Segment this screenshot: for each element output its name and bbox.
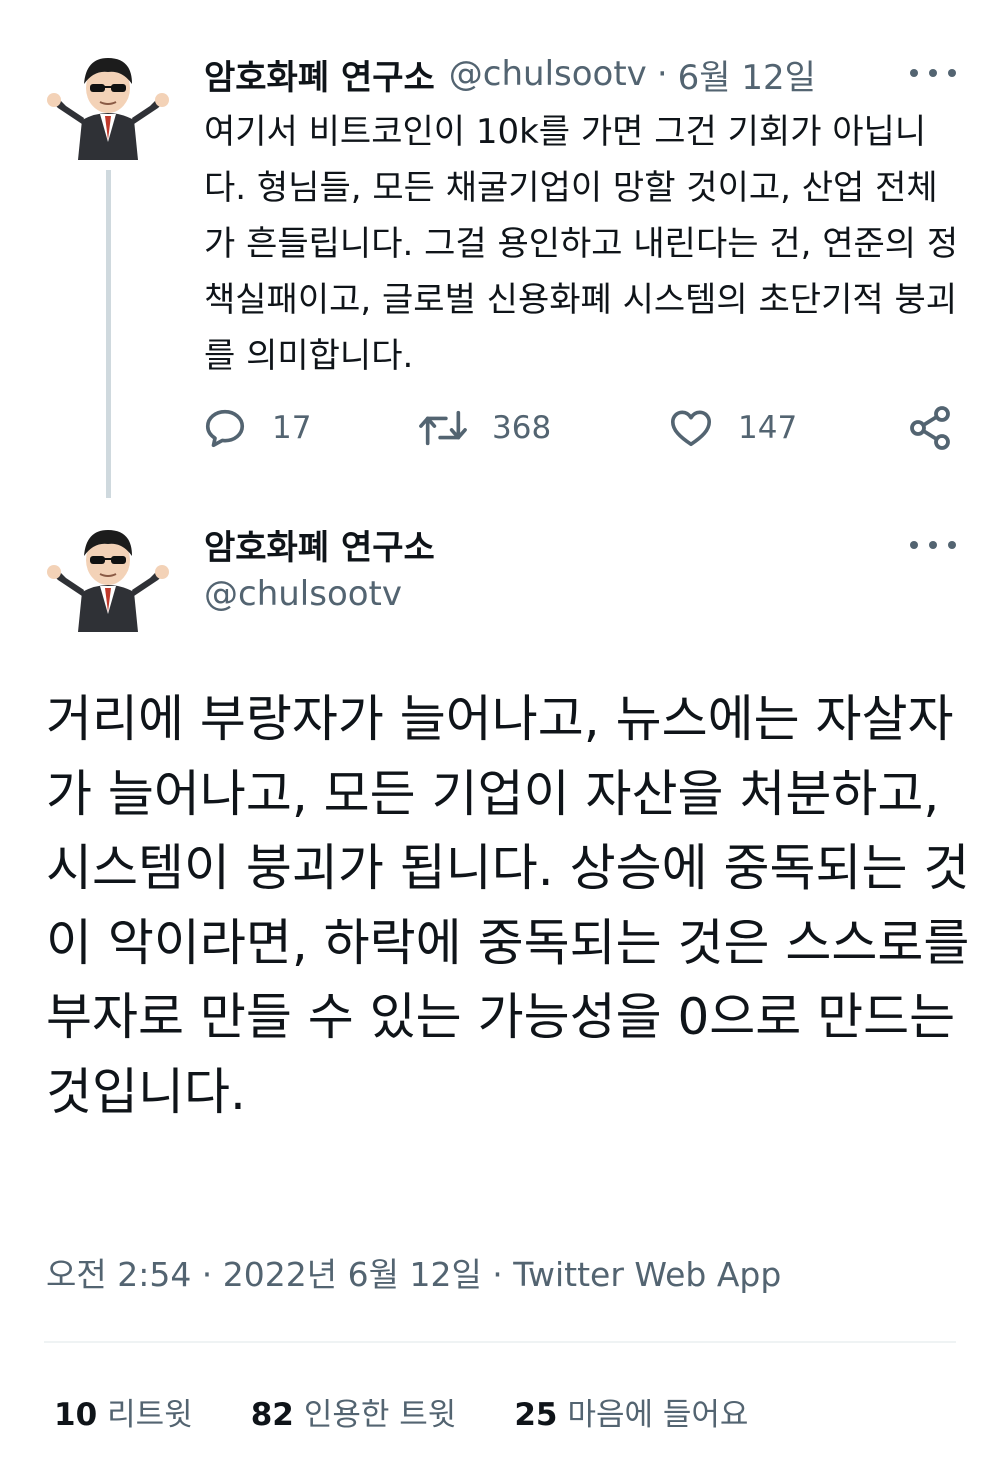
- tweet-timestamp[interactable]: 오전 2:54 · 2022년 6월 12일 ·: [46, 1255, 513, 1294]
- more-icon[interactable]: [910, 530, 956, 560]
- tweet-metadata: 오전 2:54 · 2022년 6월 12일 · Twitter Web App: [46, 1248, 781, 1296]
- author-handle[interactable]: @chulsootv: [449, 54, 647, 94]
- likes-label: 마음에 들어요: [567, 1396, 749, 1433]
- divider: [44, 1341, 956, 1343]
- like-button[interactable]: 147: [668, 398, 797, 458]
- separator: ·: [656, 54, 668, 94]
- likes-count: 25: [514, 1396, 558, 1433]
- tweet-text: 거리에 부랑자가 늘어나고, 뉴스에는 자살자가 늘어나고, 모든 기업이 자산…: [46, 690, 970, 1121]
- retweet-button[interactable]: 368: [418, 398, 551, 458]
- retweets-stat[interactable]: 10 리트윗: [54, 1389, 193, 1434]
- reply-icon: [205, 409, 245, 448]
- tweet-header: 암호화폐 연구소 @chulsootv · 6월 12일: [204, 50, 816, 98]
- tweet-source[interactable]: Twitter Web App: [513, 1255, 781, 1294]
- share-button[interactable]: [906, 398, 954, 458]
- tweet-date[interactable]: 6월 12일: [678, 50, 816, 99]
- quotes-stat[interactable]: 82 인용한 트윗: [251, 1389, 457, 1434]
- tweet-text: 여기서 비트코인이 10k를 가면 그건 기회가 아닙니다. 형님들, 모든 채…: [204, 112, 959, 376]
- likes-stat[interactable]: 25 마음에 들어요: [514, 1389, 748, 1434]
- author-handle[interactable]: @chulsootv: [204, 574, 402, 614]
- avatar[interactable]: [44, 40, 172, 168]
- reply-button[interactable]: 17: [202, 398, 311, 458]
- retweet-count: 368: [492, 410, 552, 446]
- more-icon[interactable]: [910, 58, 956, 88]
- retweet-icon: [419, 410, 467, 446]
- share-icon: [910, 406, 950, 450]
- quotes-label: 인용한 트윗: [303, 1396, 457, 1433]
- engagement-stats: 10 리트윗 82 인용한 트윗 25 마음에 들어요: [54, 1386, 806, 1436]
- author-name[interactable]: 암호화폐 연구소: [204, 520, 435, 569]
- quotes-count: 82: [250, 1396, 294, 1433]
- retweets-label: 리트윗: [107, 1396, 193, 1433]
- like-count: 147: [738, 410, 798, 446]
- like-icon: [670, 410, 712, 447]
- avatar[interactable]: [44, 512, 172, 640]
- thread-connector-line: [106, 170, 111, 498]
- reply-count: 17: [272, 410, 312, 446]
- retweets-count: 10: [54, 1396, 98, 1433]
- author-name[interactable]: 암호화폐 연구소: [204, 50, 435, 99]
